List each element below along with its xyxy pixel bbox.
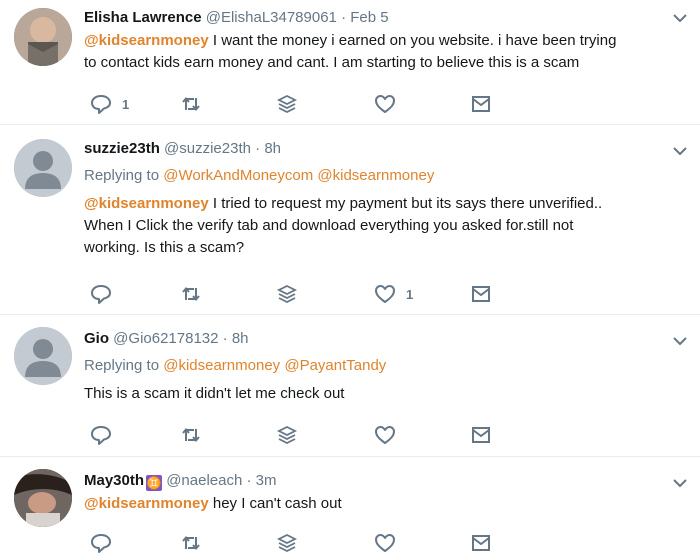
timestamp[interactable]: 3m (256, 472, 277, 489)
author-name[interactable]: May30th (84, 472, 144, 489)
like-button[interactable] (374, 531, 396, 555)
tweet-text: hey I can't cash out (208, 495, 342, 512)
author-handle[interactable]: @ElishaL34789061 (206, 9, 337, 26)
avatar[interactable] (14, 139, 72, 197)
tweet-1[interactable]: Elisha Lawrence @ElishaL34789061 · Feb 5… (0, 0, 700, 125)
separator: · (222, 330, 228, 347)
stack-icon (276, 94, 298, 114)
gemini-badge: ♊ (146, 475, 163, 491)
chevron-down-icon[interactable] (672, 475, 688, 491)
author-name[interactable]: Elisha Lawrence (84, 9, 202, 26)
like-button[interactable]: 1 (374, 282, 413, 306)
author-name[interactable]: suzzie23th (84, 140, 160, 157)
reply-count: 1 (122, 96, 130, 112)
tweet-text: working. Is this a scam? (84, 239, 245, 256)
tweet-text: I want the money i earned on you website… (208, 32, 617, 49)
retweet-button[interactable] (180, 531, 202, 555)
author-handle[interactable]: @naeleach (166, 472, 242, 489)
message-button[interactable] (470, 282, 492, 306)
message-button[interactable] (470, 92, 492, 116)
retweet-icon (182, 535, 200, 551)
stack-button[interactable] (276, 282, 298, 306)
mention-link[interactable]: @kidsearnmoney (84, 495, 209, 512)
message-icon (472, 96, 490, 112)
heart-icon (375, 285, 395, 303)
timestamp[interactable]: Feb 5 (350, 9, 388, 26)
reply-icon (91, 285, 111, 304)
message-icon (472, 427, 490, 443)
timestamp[interactable]: 8h (232, 330, 249, 347)
avatar[interactable] (14, 327, 72, 385)
reply-link[interactable]: @PayantTandy (284, 357, 386, 374)
reply-link[interactable]: @kidsearnmoney (163, 357, 280, 374)
stack-icon (276, 425, 298, 445)
like-button[interactable] (374, 92, 396, 116)
mention-link[interactable]: @kidsearnmoney (84, 195, 209, 212)
stack-icon (276, 533, 298, 553)
tweet-text: This is a scam it didn't let me check ou… (84, 385, 345, 402)
chevron-down-icon[interactable] (672, 333, 688, 349)
message-icon (472, 286, 490, 302)
reply-icon (91, 426, 111, 445)
avatar[interactable] (14, 8, 72, 66)
author-handle[interactable]: @suzzie23th (164, 140, 251, 157)
author-name[interactable]: Gio (84, 330, 109, 347)
stack-button[interactable] (276, 423, 298, 447)
stack-button[interactable] (276, 531, 298, 555)
tweet-2[interactable]: suzzie23th @suzzie23th · 8h Replying to … (0, 125, 700, 315)
tweet-text: When I Click the verify tab and download… (84, 217, 574, 234)
separator: · (255, 140, 261, 157)
timestamp[interactable]: 8h (264, 140, 281, 157)
tweet-4[interactable]: May30th ♊ @naeleach · 3m @kidsearnmoney h… (0, 457, 700, 560)
retweet-icon (182, 286, 200, 302)
tweet-3[interactable]: Gio @Gio62178132 · 8h Replying to @kidse… (0, 315, 700, 457)
reply-button[interactable] (90, 531, 112, 555)
retweet-icon (182, 427, 200, 443)
reply-button[interactable] (90, 423, 112, 447)
reply-icon (91, 95, 111, 114)
separator: · (341, 9, 347, 26)
heart-icon (375, 534, 395, 552)
reply-link[interactable]: @WorkAndMoneycom (163, 167, 313, 184)
avatar[interactable] (14, 469, 72, 527)
chevron-down-icon[interactable] (672, 10, 688, 26)
reply-button[interactable] (90, 282, 112, 306)
retweet-button[interactable] (180, 282, 202, 306)
heart-icon (375, 426, 395, 444)
mention-link[interactable]: @kidsearnmoney (84, 32, 209, 49)
reply-button[interactable]: 1 (90, 92, 129, 116)
separator: · (246, 472, 252, 489)
tweet-text: I tried to request my payment but its sa… (208, 195, 603, 212)
author-handle[interactable]: @Gio62178132 (113, 330, 218, 347)
replying-to-label: Replying to (84, 357, 160, 374)
heart-icon (375, 95, 395, 113)
stack-icon (276, 284, 298, 304)
chevron-down-icon[interactable] (672, 143, 688, 159)
reply-link[interactable]: @kidsearnmoney (317, 167, 434, 184)
message-icon (472, 535, 490, 551)
replying-to-label: Replying to (84, 167, 160, 184)
retweet-button[interactable] (180, 423, 202, 447)
message-button[interactable] (470, 423, 492, 447)
retweet-icon (182, 96, 200, 112)
retweet-button[interactable] (180, 92, 202, 116)
like-count: 1 (406, 286, 414, 302)
tweet-text: to contact kids earn money and cant. I a… (84, 54, 580, 71)
stack-button[interactable] (276, 92, 298, 116)
reply-icon (91, 534, 111, 553)
message-button[interactable] (470, 531, 492, 555)
like-button[interactable] (374, 423, 396, 447)
